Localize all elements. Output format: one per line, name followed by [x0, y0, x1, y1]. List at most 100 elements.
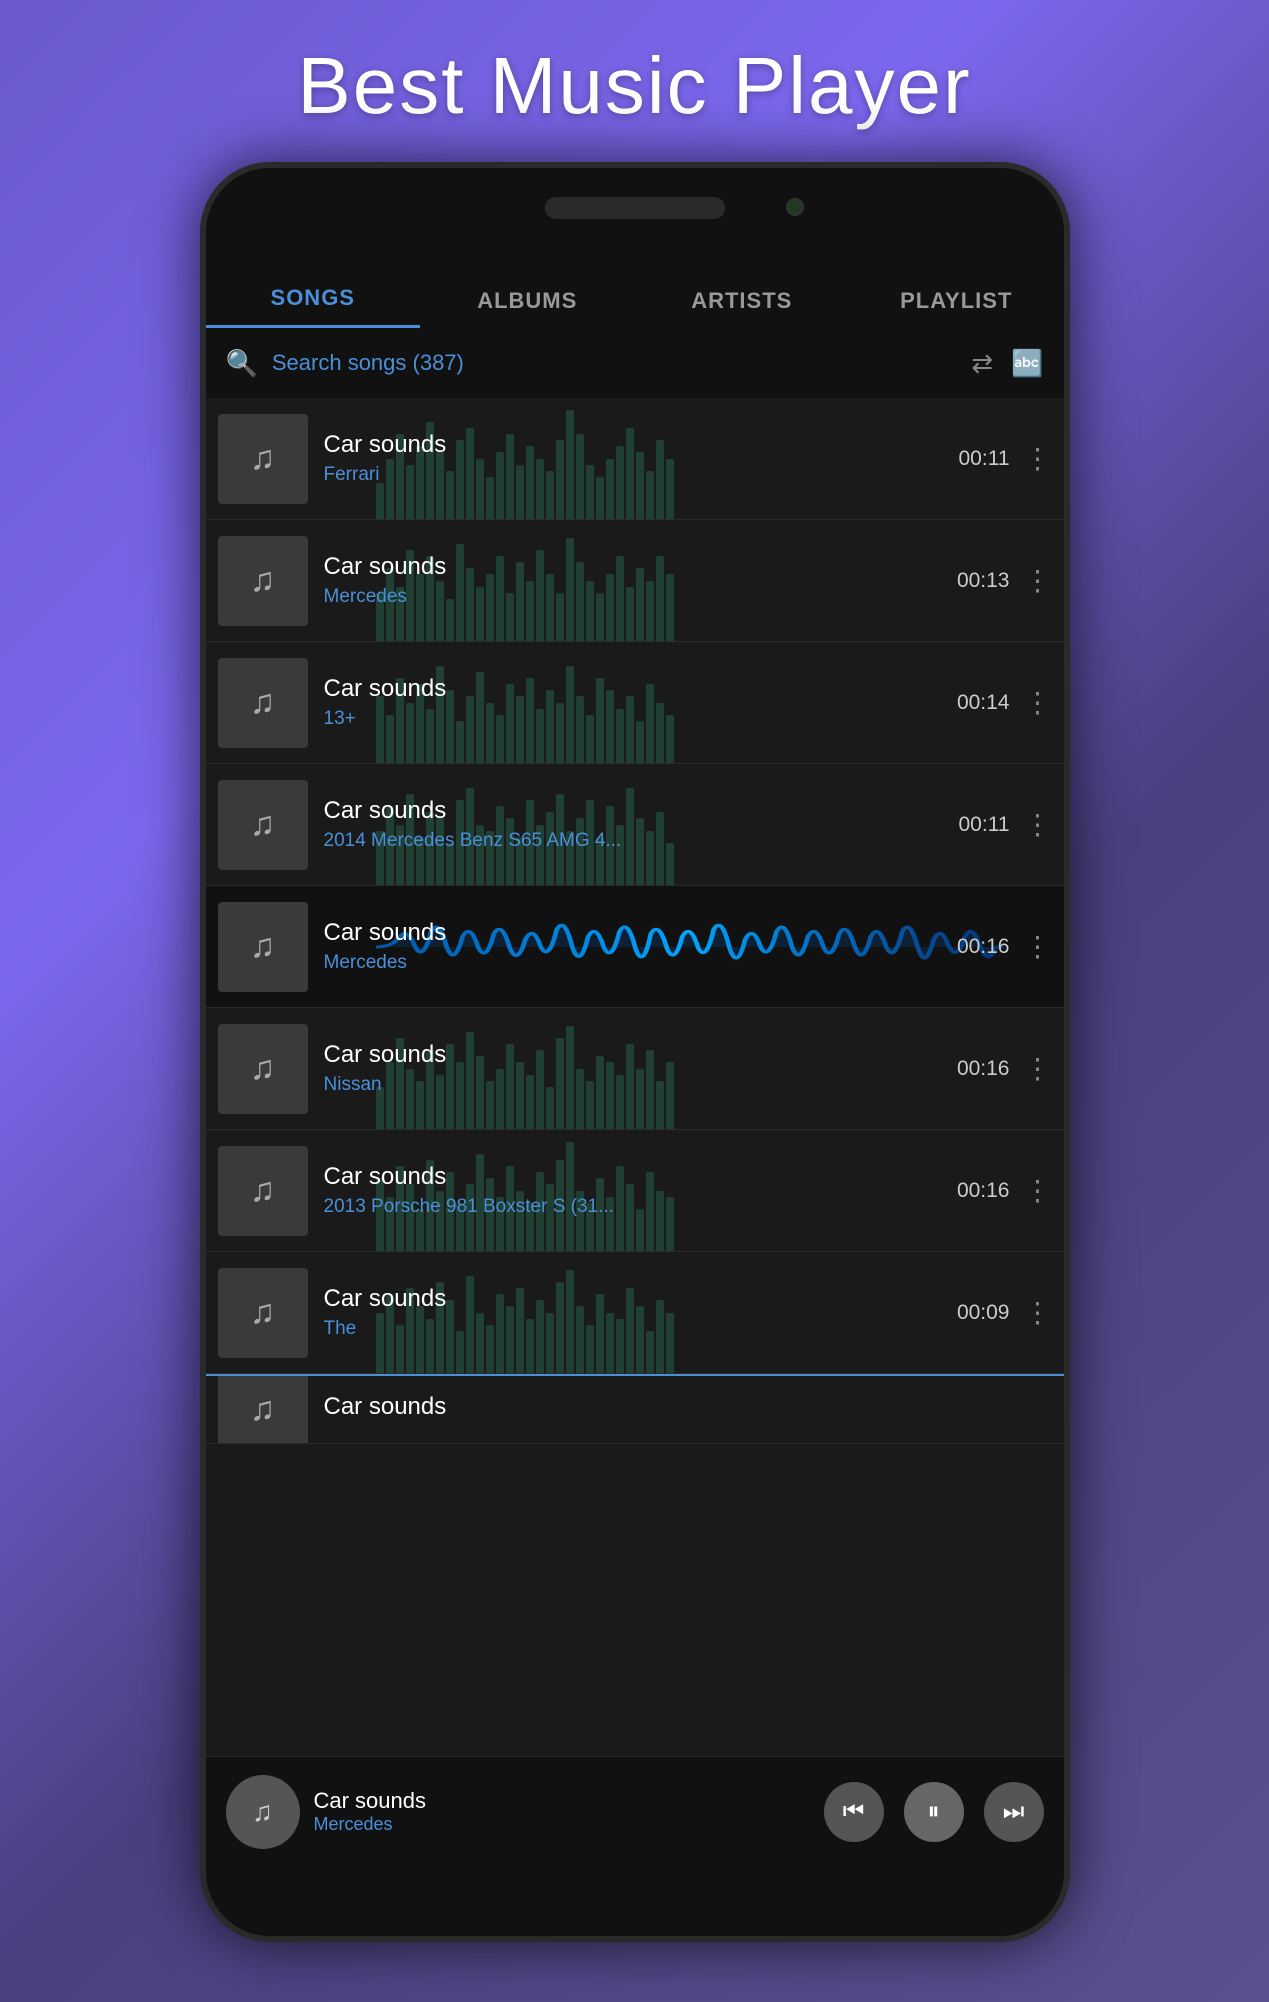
more-options-icon[interactable]: ⋮	[1024, 442, 1052, 475]
music-note-icon: ♫	[250, 439, 276, 478]
song-thumbnail: ♫	[218, 1374, 308, 1444]
list-item[interactable]: ♫ Car sounds 2013 Porsche 981 Boxster S …	[206, 1130, 1064, 1252]
pause-icon: ⏸	[928, 1798, 940, 1826]
song-thumbnail: ♫	[218, 1024, 308, 1114]
tab-artists[interactable]: ARTISTS	[635, 288, 850, 328]
app-title: Best Music Player	[297, 40, 971, 132]
song-artist: 2013 Porsche 981 Boxster S (31...	[324, 1196, 957, 1218]
song-info: Car sounds Mercedes	[324, 919, 957, 974]
song-title: Car sounds	[324, 797, 959, 825]
phone-device: SONGS ALBUMS ARTISTS PLAYLIST 🔍 Search s…	[200, 162, 1070, 1942]
song-thumbnail: ♫	[218, 902, 308, 992]
song-duration: 00:09	[957, 1301, 1010, 1325]
tab-bar: SONGS ALBUMS ARTISTS PLAYLIST	[206, 248, 1064, 328]
prev-button[interactable]: ⏮	[824, 1782, 884, 1842]
song-thumbnail: ♫	[218, 1146, 308, 1236]
song-info: Car sounds Mercedes	[324, 553, 957, 608]
song-thumbnail: ♫	[218, 414, 308, 504]
phone-camera	[786, 198, 804, 216]
song-duration: 00:16	[957, 1057, 1010, 1081]
more-options-icon[interactable]: ⋮	[1024, 1174, 1052, 1207]
prev-icon: ⏮	[843, 1798, 865, 1826]
song-title: Car sounds	[324, 1393, 1052, 1421]
song-info: Car sounds The	[324, 1285, 957, 1340]
player-controls: ⏮ ⏸ ⏭	[824, 1782, 1044, 1842]
player-thumbnail: ♫	[226, 1775, 300, 1849]
song-artist: 13+	[324, 708, 957, 730]
song-title: Car sounds	[324, 1285, 957, 1313]
more-options-icon[interactable]: ⋮	[1024, 808, 1052, 841]
music-note-icon: ♫	[250, 1171, 276, 1210]
phone-speaker	[545, 197, 725, 219]
song-duration: 00:11	[959, 813, 1010, 837]
app-screen: SONGS ALBUMS ARTISTS PLAYLIST 🔍 Search s…	[206, 248, 1064, 1866]
player-music-note-icon: ♫	[252, 1796, 273, 1828]
song-thumbnail: ♫	[218, 1268, 308, 1358]
more-options-icon[interactable]: ⋮	[1024, 1296, 1052, 1329]
song-duration: 00:11	[959, 447, 1010, 471]
music-note-icon: ♫	[250, 561, 276, 600]
song-info: Car sounds Ferrari	[324, 431, 959, 486]
song-title: Car sounds	[324, 553, 957, 581]
song-duration: 00:14	[957, 691, 1010, 715]
more-options-icon[interactable]: ⋮	[1024, 686, 1052, 719]
song-artist: Mercedes	[324, 952, 957, 974]
song-thumbnail: ♫	[218, 780, 308, 870]
song-artist: Ferrari	[324, 464, 959, 486]
player-title: Car sounds	[314, 1788, 810, 1814]
song-info: Car sounds 2014 Mercedes Benz S65 AMG 4.…	[324, 797, 959, 852]
tab-playlist[interactable]: PLAYLIST	[849, 288, 1064, 328]
more-options-icon[interactable]: ⋮	[1024, 930, 1052, 963]
search-actions: ⇄ 🔤	[971, 348, 1043, 379]
sort-icon[interactable]: 🔤	[1011, 348, 1043, 379]
song-artist: The	[324, 1318, 957, 1340]
music-note-icon: ♫	[250, 683, 276, 722]
search-bar: 🔍 Search songs (387) ⇄ 🔤	[206, 328, 1064, 398]
song-artist: 2014 Mercedes Benz S65 AMG 4...	[324, 830, 959, 852]
more-options-icon[interactable]: ⋮	[1024, 564, 1052, 597]
tab-albums[interactable]: ALBUMS	[420, 288, 635, 328]
song-title: Car sounds	[324, 1163, 957, 1191]
list-item[interactable]: ♫ Car sounds Nissan 00:16 ⋮	[206, 1008, 1064, 1130]
shuffle-icon[interactable]: ⇄	[971, 348, 993, 379]
tab-songs[interactable]: SONGS	[206, 285, 421, 328]
search-input[interactable]: Search songs (387)	[272, 350, 957, 376]
song-duration: 00:16	[957, 1179, 1010, 1203]
bottom-player: ♫ Car sounds Mercedes ⏮ ⏸ ⏭	[206, 1756, 1064, 1866]
phone-top-bar	[206, 168, 1064, 248]
music-note-icon: ♫	[250, 1293, 276, 1332]
song-list: ♫ Car sounds Ferrari 00:11 ⋮ ♫	[206, 398, 1064, 1756]
list-item[interactable]: ♫ Car sounds 2014 Mercedes Benz S65 AMG …	[206, 764, 1064, 886]
song-info: Car sounds 2013 Porsche 981 Boxster S (3…	[324, 1163, 957, 1218]
list-item[interactable]: ♫ Car sounds The 00:09 ⋮	[206, 1252, 1064, 1374]
list-item-partial[interactable]: ♫ Car sounds	[206, 1374, 1064, 1444]
song-title: Car sounds	[324, 431, 959, 459]
player-info: Car sounds Mercedes	[314, 1788, 810, 1835]
song-info: Car sounds	[324, 1393, 1052, 1426]
song-info: Car sounds 13+	[324, 675, 957, 730]
song-duration: 00:16	[957, 935, 1010, 959]
song-duration: 00:13	[957, 569, 1010, 593]
pause-button[interactable]: ⏸	[904, 1782, 964, 1842]
list-item[interactable]: ♫ Car sounds Ferrari 00:11 ⋮	[206, 398, 1064, 520]
song-artist: Mercedes	[324, 586, 957, 608]
list-item-active[interactable]: ♫	[206, 886, 1064, 1008]
list-item[interactable]: ♫ Car sounds 13+ 00:14 ⋮	[206, 642, 1064, 764]
song-thumbnail: ♫	[218, 658, 308, 748]
song-artist: Nissan	[324, 1074, 957, 1096]
phone-bottom-bar	[206, 1866, 1064, 1936]
music-note-icon: ♫	[250, 927, 276, 966]
music-note-icon: ♫	[250, 1390, 276, 1429]
search-icon: 🔍	[226, 348, 258, 379]
more-options-icon[interactable]: ⋮	[1024, 1052, 1052, 1085]
next-button[interactable]: ⏭	[984, 1782, 1044, 1842]
music-note-icon: ♫	[250, 1049, 276, 1088]
song-title: Car sounds	[324, 919, 957, 947]
song-title: Car sounds	[324, 675, 957, 703]
player-artist: Mercedes	[314, 1814, 810, 1835]
music-note-icon: ♫	[250, 805, 276, 844]
list-item[interactable]: ♫ Car sounds Mercedes 00:13 ⋮	[206, 520, 1064, 642]
song-thumbnail: ♫	[218, 536, 308, 626]
song-title: Car sounds	[324, 1041, 957, 1069]
song-info: Car sounds Nissan	[324, 1041, 957, 1096]
